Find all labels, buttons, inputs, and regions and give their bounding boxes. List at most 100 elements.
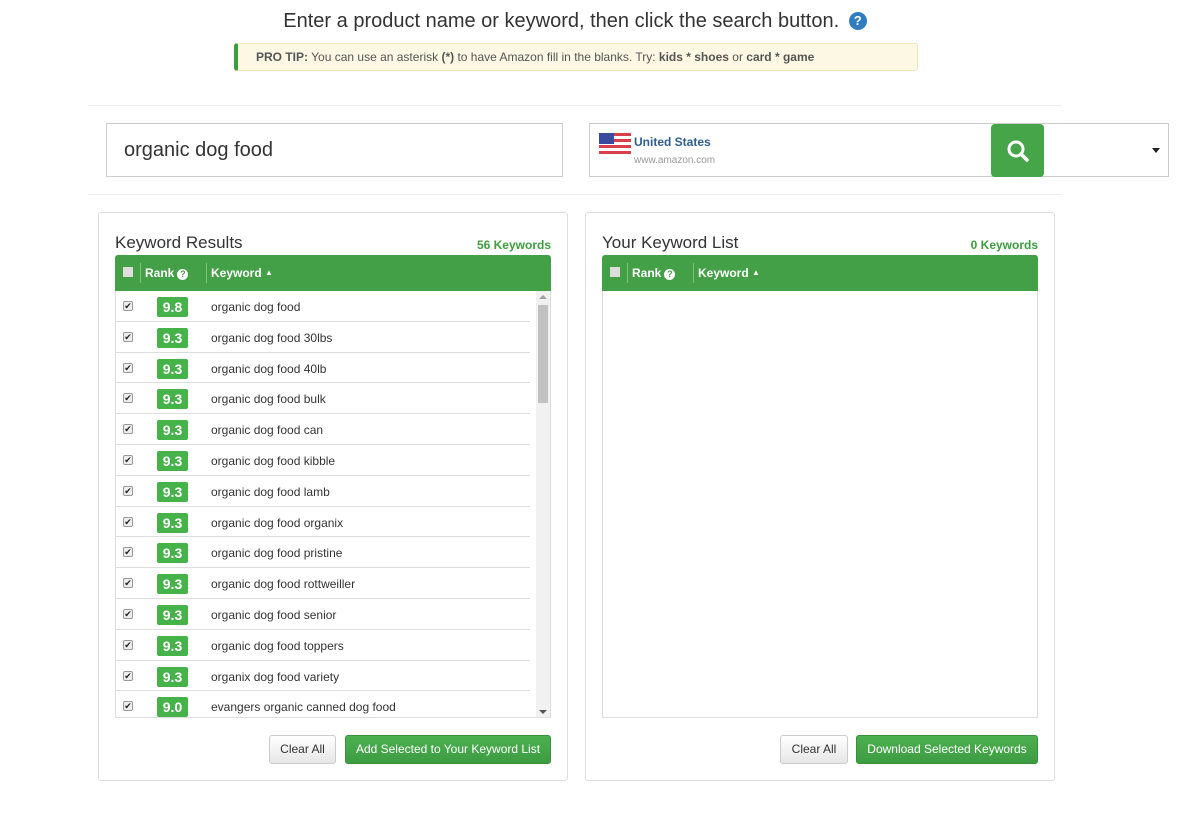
rank-badge: 9.8 xyxy=(157,297,188,317)
question-circle-icon[interactable]: ? xyxy=(177,269,189,280)
rank-badge: 9.3 xyxy=(157,604,188,625)
table-row[interactable]: ✔ 9.3 organix dog food variety xyxy=(116,661,530,692)
country-select[interactable]: United States www.amazon.com xyxy=(589,123,1169,177)
rank-badge: 9.3 xyxy=(157,666,188,687)
keyword-list xyxy=(602,291,1038,718)
add-selected-button[interactable]: Add Selected to Your Keyword List xyxy=(345,735,551,764)
table-row[interactable]: ✔ 9.3 organic dog food 30lbs xyxy=(116,322,530,353)
keyword-text: organic dog food toppers xyxy=(211,638,344,653)
keyword-label: Keyword xyxy=(698,266,749,280)
rank-badge: 9.3 xyxy=(157,574,188,595)
row-checkbox[interactable]: ✔ xyxy=(123,362,133,373)
tip-text: or xyxy=(728,50,747,64)
table-row[interactable]: ✔ 9.3 organic dog food 40lb xyxy=(116,353,530,384)
table-header: Rank? Keyword ▲ xyxy=(115,255,551,291)
keyword-text: organic dog food 40lb xyxy=(211,361,327,376)
download-selected-button[interactable]: Download Selected Keywords xyxy=(856,735,1038,764)
scrollbar-thumb[interactable] xyxy=(538,305,548,403)
results-list: ✔ 9.8 organic dog food ✔ 9.3 organic dog food… xyxy=(115,291,551,718)
us-flag-icon xyxy=(599,133,631,154)
table-row[interactable]: ✔ 9.3 organic dog food senior xyxy=(116,599,530,630)
table-row[interactable]: ✔ 9.3 organic dog food rottweiller xyxy=(116,568,530,599)
rank-badge: 9.3 xyxy=(157,358,188,379)
rank-badge: 9.3 xyxy=(157,420,188,441)
table-row[interactable]: ✔ 9.3 organic dog food can xyxy=(116,414,530,445)
row-checkbox[interactable]: ✔ xyxy=(123,547,133,558)
row-checkbox[interactable]: ✔ xyxy=(123,454,133,465)
clear-all-button[interactable]: Clear All xyxy=(269,735,336,764)
page-headline: Enter a product name or keyword, then cl… xyxy=(0,10,1150,33)
keyword-text: organic dog food rottweiller xyxy=(211,577,356,592)
tip-example: kids * shoes xyxy=(658,50,729,64)
keyword-count: 56 Keywords xyxy=(476,238,551,252)
table-row[interactable]: ✔ 9.0 evangers organic canned dog food xyxy=(116,691,530,717)
country-name: United States xyxy=(634,135,711,149)
row-checkbox[interactable]: ✔ xyxy=(123,516,133,527)
row-checkbox[interactable]: ✔ xyxy=(123,393,133,404)
scroll-down-icon[interactable] xyxy=(539,710,547,714)
sort-asc-icon: ▲ xyxy=(265,268,273,277)
scroll-up-icon[interactable] xyxy=(539,295,547,299)
row-checkbox[interactable]: ✔ xyxy=(123,485,133,496)
row-checkbox[interactable]: ✔ xyxy=(123,608,133,619)
table-row[interactable]: ✔ 9.3 organic dog food organix xyxy=(116,507,530,538)
rank-badge: 9.3 xyxy=(157,389,188,410)
keyword-text: organic dog food lamb xyxy=(211,484,330,499)
table-row[interactable]: ✔ 9.8 organic dog food xyxy=(116,291,530,322)
scrollbar[interactable] xyxy=(536,291,550,717)
rank-badge: 9.3 xyxy=(157,327,188,348)
row-checkbox[interactable]: ✔ xyxy=(123,578,133,589)
keyword-text: organic dog food xyxy=(211,300,301,314)
table-row[interactable]: ✔ 9.3 organic dog food bulk xyxy=(116,383,530,415)
keyword-text: organic dog food can xyxy=(211,423,324,438)
panel-title: Keyword Results xyxy=(115,233,243,252)
rank-badge: 9.3 xyxy=(157,481,188,502)
divider xyxy=(206,263,207,283)
keyword-column-header[interactable]: Keyword ▲ xyxy=(698,266,760,280)
tip-label: PRO TIP: xyxy=(256,50,309,64)
row-checkbox[interactable]: ✔ xyxy=(123,639,133,650)
keyword-list-panel: Your Keyword List 0 Keywords Rank? Keywo… xyxy=(585,212,1055,781)
select-all-checkbox[interactable] xyxy=(123,267,133,277)
keyword-search-input[interactable]: organic dog food xyxy=(106,123,563,177)
headline-text: Enter a product name or keyword, then cl… xyxy=(283,10,840,32)
table-row[interactable]: ✔ 9.3 organic dog food pristine xyxy=(116,537,530,569)
keyword-text: organic dog food organix xyxy=(211,515,344,530)
divider xyxy=(88,105,1062,106)
table-row[interactable]: ✔ 9.3 organic dog food kibble xyxy=(116,445,530,476)
clear-all-button[interactable]: Clear All xyxy=(780,735,848,764)
question-circle-icon[interactable]: ? xyxy=(848,12,867,30)
search-button[interactable] xyxy=(991,124,1044,177)
chevron-down-icon[interactable] xyxy=(1152,148,1160,153)
table-header: Rank? Keyword ▲ xyxy=(602,255,1038,291)
keyword-column-header[interactable]: Keyword ▲ xyxy=(211,266,273,280)
select-all-checkbox[interactable] xyxy=(610,267,620,277)
row-checkbox[interactable]: ✔ xyxy=(123,301,133,311)
divider xyxy=(627,263,628,283)
divider xyxy=(693,263,694,283)
rank-badge: 9.0 xyxy=(157,697,188,717)
table-row[interactable]: ✔ 9.3 organic dog food toppers xyxy=(116,630,530,661)
tip-asterisk: (*) xyxy=(441,50,455,64)
table-row[interactable]: ✔ 9.3 organic dog food lamb xyxy=(116,476,530,507)
tip-example: card * game xyxy=(746,50,815,64)
row-checkbox[interactable]: ✔ xyxy=(123,670,133,681)
tip-text: You can use an asterisk xyxy=(308,50,442,64)
keyword-text: organic dog food senior xyxy=(211,607,337,622)
rank-label: Rank xyxy=(145,266,175,280)
rank-badge: 9.3 xyxy=(157,450,188,471)
question-circle-icon[interactable]: ? xyxy=(664,269,676,280)
keyword-text: organic dog food pristine xyxy=(211,546,343,561)
row-checkbox[interactable]: ✔ xyxy=(123,701,133,712)
row-checkbox[interactable]: ✔ xyxy=(123,424,133,435)
pro-tip-banner: PRO TIP: You can use an asterisk (*) to … xyxy=(234,43,918,71)
rank-column-header[interactable]: Rank? xyxy=(145,266,189,280)
search-icon xyxy=(1007,140,1029,162)
keyword-text: organic dog food kibble xyxy=(211,453,336,468)
keyword-text: evangers organic canned dog food xyxy=(211,700,396,715)
rank-column-header[interactable]: Rank? xyxy=(632,266,676,280)
keyword-results-panel: Keyword Results 56 Keywords Rank? Keywor… xyxy=(98,212,568,781)
tip-text: to have Amazon fill in the blanks. Try: xyxy=(454,50,659,64)
keyword-text: organic dog food bulk xyxy=(211,392,326,407)
row-checkbox[interactable]: ✔ xyxy=(123,331,133,342)
